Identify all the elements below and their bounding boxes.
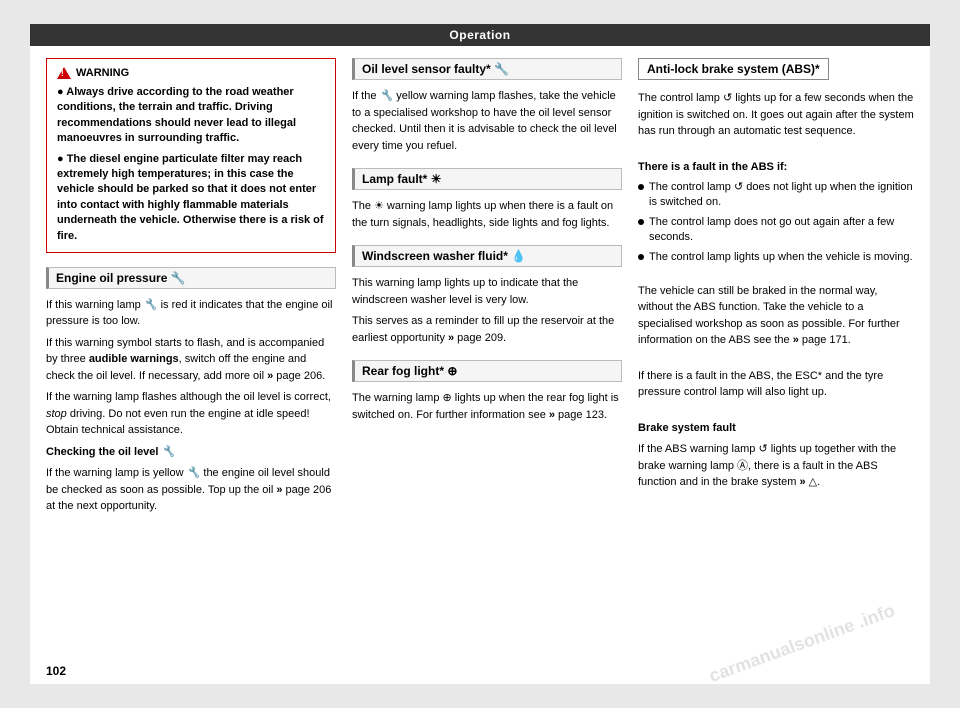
content-area: WARNING ● Always drive according to the …: [30, 46, 930, 678]
abs-intro: The control lamp ↺ lights up for a few s…: [638, 90, 914, 140]
left-column: WARNING ● Always drive according to the …: [46, 58, 336, 666]
oil-sensor-heading: Oil level sensor faulty* 🔧: [352, 58, 622, 80]
engine-oil-section: Engine oil pressure 🔧 If this warning la…: [46, 267, 336, 515]
abs-fault-bullet-3: The control lamp lights up when the vehi…: [638, 250, 914, 265]
windscreen-para-1: This warning lamp lights up to indicate …: [352, 275, 622, 308]
engine-oil-icon: 🔧: [171, 271, 186, 285]
rear-fog-icon: ⊕: [447, 364, 457, 378]
brake-fault-heading: Brake system fault: [638, 420, 914, 437]
right-column: Anti-lock brake system (ABS)* The contro…: [638, 58, 914, 666]
windscreen-para-2: This serves as a reminder to fill up the…: [352, 313, 622, 346]
oil-sensor-text: If the 🔧 yellow warning lamp flashes, ta…: [352, 88, 622, 154]
bullet-dot-icon: [638, 219, 644, 225]
page-number: 102: [46, 664, 66, 678]
warning-box: WARNING ● Always drive according to the …: [46, 58, 336, 253]
engine-oil-para-1: If this warning lamp 🔧 is red it indicat…: [46, 297, 336, 330]
lamp-fault-section: Lamp fault* ☀ The ☀ warning lamp lights …: [352, 168, 622, 231]
abs-heading: Anti-lock brake system (ABS)*: [638, 58, 829, 80]
windscreen-icon: 💧: [511, 249, 526, 263]
rear-fog-heading: Rear fog light* ⊕: [352, 360, 622, 382]
oil-sensor-icon: 🔧: [494, 62, 509, 76]
mid-column: Oil level sensor faulty* 🔧 If the 🔧 yell…: [352, 58, 622, 666]
windscreen-heading: Windscreen washer fluid* 💧: [352, 245, 622, 267]
brake-fault-text: If the ABS warning lamp ↺ lights up toge…: [638, 441, 914, 491]
warning-label: WARNING: [76, 67, 129, 79]
warning-bullet-1: ● Always drive according to the road wea…: [57, 85, 325, 147]
abs-section: Anti-lock brake system (ABS)* The contro…: [638, 58, 914, 491]
bullet-dot-icon: [638, 254, 644, 260]
warning-bullet-2: ● The diesel engine particulate filter m…: [57, 152, 325, 244]
page: Operation WARNING ● Always drive accordi…: [30, 24, 930, 684]
abs-fault-heading: There is a fault in the ABS if:: [638, 159, 914, 176]
warning-triangle-icon: [57, 67, 71, 79]
header-title: Operation: [449, 28, 510, 42]
rear-fog-section: Rear fog light* ⊕ The warning lamp ⊕ lig…: [352, 360, 622, 423]
abs-fault-bullet-2: The control lamp does not go out again a…: [638, 215, 914, 246]
lamp-fault-icon: ☀: [431, 172, 442, 186]
abs-esc-note: If there is a fault in the ABS, the ESC*…: [638, 368, 914, 401]
oil-sensor-section: Oil level sensor faulty* 🔧 If the 🔧 yell…: [352, 58, 622, 154]
lamp-fault-text: The ☀ warning lamp lights up when there …: [352, 198, 622, 231]
checking-oil-subheading: Checking the oil level 🔧: [46, 444, 336, 461]
bullet-dot-icon: [638, 184, 644, 190]
windscreen-section: Windscreen washer fluid* 💧 This warning …: [352, 245, 622, 346]
abs-fault-bullet-1: The control lamp ↺ does not light up whe…: [638, 180, 914, 211]
abs-normal-op: The vehicle can still be braked in the n…: [638, 283, 914, 349]
engine-oil-para-2: If this warning symbol starts to flash, …: [46, 335, 336, 385]
header-bar: Operation: [30, 24, 930, 46]
engine-oil-para-3: If the warning lamp flashes although the…: [46, 389, 336, 439]
engine-oil-heading: Engine oil pressure 🔧: [46, 267, 336, 289]
rear-fog-text: The warning lamp ⊕ lights up when the re…: [352, 390, 622, 423]
warning-title: WARNING: [57, 67, 325, 79]
checking-oil-para: If the warning lamp is yellow 🔧 the engi…: [46, 465, 336, 515]
lamp-fault-heading: Lamp fault* ☀: [352, 168, 622, 190]
